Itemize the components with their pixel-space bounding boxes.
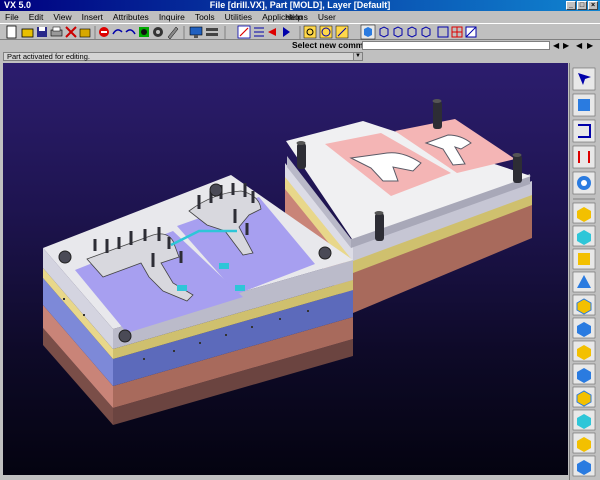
- gear-icon[interactable]: [153, 27, 163, 37]
- view-front-icon[interactable]: [335, 25, 349, 39]
- pattern-icon[interactable]: [572, 432, 596, 454]
- title-bar: VX 5.0 File [drill.VX], Part [MOLD], Lay…: [0, 0, 600, 11]
- toolbar: [0, 23, 600, 40]
- open-icon[interactable]: [21, 28, 34, 38]
- plane-icon[interactable]: [572, 119, 596, 143]
- pencil-icon[interactable]: [167, 26, 179, 40]
- undo-icon[interactable]: [125, 29, 136, 35]
- menu-user[interactable]: User: [313, 12, 341, 22]
- folder-icon[interactable]: [79, 28, 91, 38]
- menu-inquire[interactable]: Inquire: [154, 12, 190, 22]
- shell-icon[interactable]: [572, 294, 596, 316]
- layer-icon[interactable]: [206, 28, 218, 36]
- extrude-icon[interactable]: [572, 202, 596, 224]
- scroll-left-icon[interactable]: ◀: [576, 40, 582, 51]
- menu-help[interactable]: Help: [280, 12, 307, 22]
- red-icon[interactable]: [268, 28, 276, 36]
- minimize-icon[interactable]: _: [566, 1, 576, 10]
- menu-view[interactable]: View: [48, 12, 76, 22]
- command-input[interactable]: [362, 41, 550, 50]
- red-grid-icon[interactable]: [451, 26, 463, 38]
- scroll-right-icon[interactable]: ▶: [587, 40, 593, 51]
- stop-icon[interactable]: [99, 27, 109, 37]
- draft-icon[interactable]: [572, 363, 596, 385]
- split-icon[interactable]: [572, 386, 596, 408]
- sweep-icon[interactable]: [572, 248, 596, 270]
- pointer-icon[interactable]: [572, 67, 596, 91]
- menu-bar: File Edit View Insert Attributes Inquire…: [0, 11, 600, 23]
- next-arrow-icon[interactable]: ▶: [563, 40, 569, 51]
- menu-attributes[interactable]: Attributes: [108, 12, 154, 22]
- move-icon[interactable]: [139, 27, 149, 37]
- redo-icon[interactable]: [112, 29, 123, 35]
- view-back-icon[interactable]: [421, 26, 431, 38]
- view-left-icon[interactable]: [407, 26, 417, 38]
- cube-icon[interactable]: [237, 25, 251, 39]
- status-dropdown-icon[interactable]: ▼: [353, 52, 363, 61]
- revolve-icon[interactable]: [572, 225, 596, 247]
- zoom-icon[interactable]: [303, 25, 317, 39]
- cut-icon[interactable]: [65, 26, 77, 38]
- shape-icon[interactable]: [572, 93, 596, 117]
- hidden-line-icon[interactable]: [465, 26, 477, 38]
- fillet-icon[interactable]: [572, 317, 596, 339]
- view-top-icon[interactable]: [379, 26, 389, 38]
- menu-edit[interactable]: Edit: [24, 12, 49, 22]
- maximize-icon[interactable]: □: [577, 1, 587, 10]
- combine-icon[interactable]: [572, 455, 596, 477]
- viewport-3d[interactable]: [3, 63, 568, 475]
- menu-file[interactable]: File: [0, 12, 24, 22]
- pointer-tool-icon[interactable]: [283, 27, 290, 37]
- save-icon[interactable]: [37, 27, 47, 37]
- print-icon[interactable]: [50, 26, 63, 37]
- mold-model-view: [43, 99, 532, 425]
- status-message: Part activated for editing.: [3, 52, 363, 61]
- menu-insert[interactable]: Insert: [77, 12, 108, 22]
- chamfer-icon[interactable]: [572, 340, 596, 362]
- view-iso-icon[interactable]: [319, 25, 333, 39]
- menu-tools[interactable]: Tools: [190, 12, 220, 22]
- new-icon[interactable]: [6, 25, 17, 39]
- bottom-border: [0, 475, 569, 480]
- window-title: File [drill.VX], Part [MOLD], Layer [Def…: [209, 0, 391, 10]
- line-icon[interactable]: [572, 145, 596, 169]
- menu-utilities[interactable]: Utilities: [220, 12, 257, 22]
- mirror-icon[interactable]: [572, 409, 596, 431]
- loft-icon[interactable]: [572, 271, 596, 293]
- right-toolbar: [569, 63, 600, 480]
- close-icon[interactable]: ×: [588, 1, 598, 10]
- prev-arrow-icon[interactable]: ◀: [553, 40, 559, 51]
- view-right-icon[interactable]: [393, 26, 403, 38]
- ortho-icon[interactable]: [437, 26, 449, 38]
- grid-icon[interactable]: [254, 27, 264, 37]
- monitor-icon[interactable]: [189, 26, 203, 38]
- command-row: Select new command ◀ ▶ ◀ ▶: [0, 40, 600, 51]
- view-shaded-icon[interactable]: [360, 24, 376, 40]
- status-row: Part activated for editing. ▼: [0, 51, 600, 62]
- sphere-icon[interactable]: [572, 171, 596, 195]
